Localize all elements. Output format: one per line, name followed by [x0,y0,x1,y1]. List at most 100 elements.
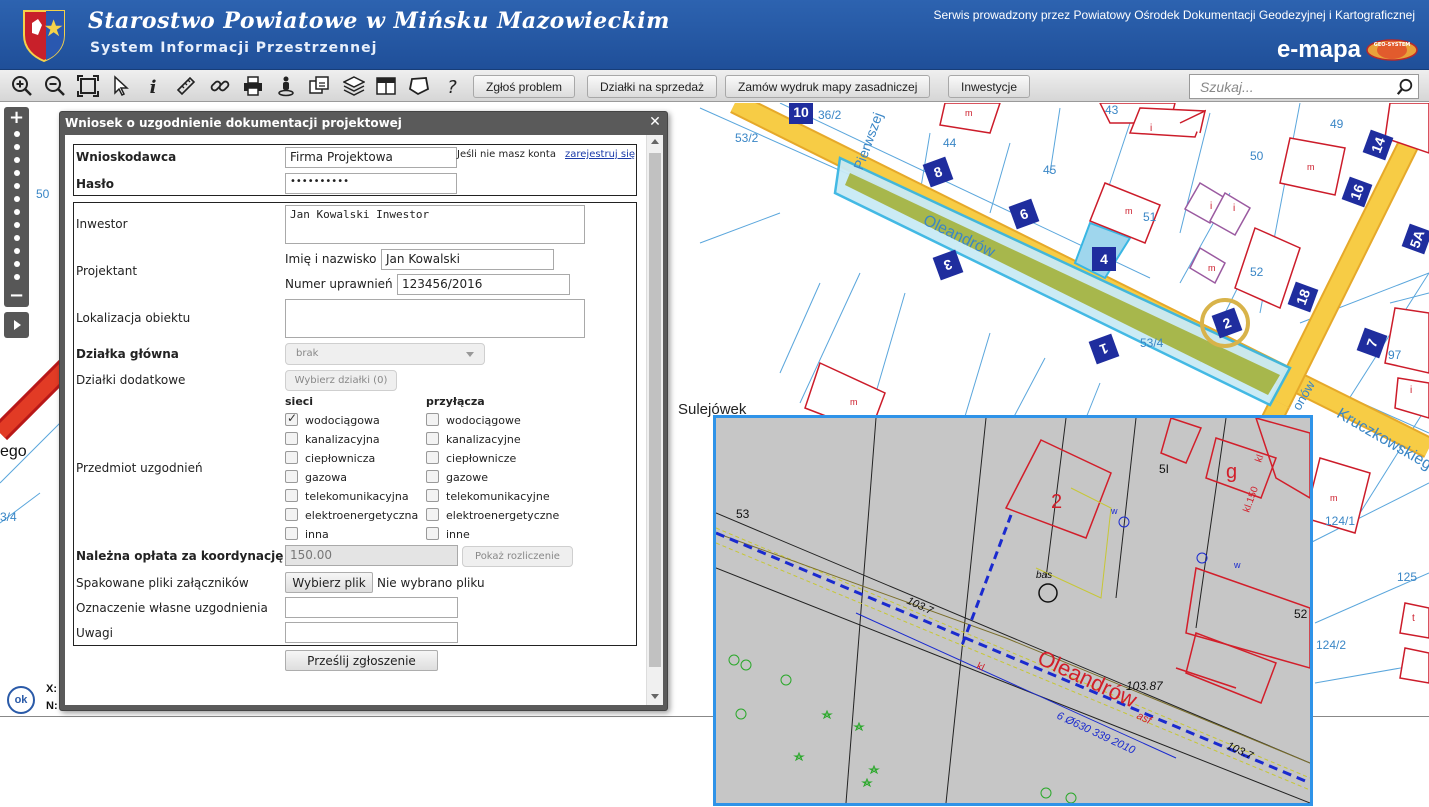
checkbox[interactable] [285,527,298,540]
help-icon[interactable]: ? [439,73,465,99]
zoom-extent-icon[interactable] [75,73,101,99]
measure-icon[interactable] [173,73,199,99]
svg-text:i: i [150,77,157,97]
building-mark-small: i [1410,385,1413,396]
zoom-level-dot[interactable] [14,248,20,254]
applicant-input[interactable]: Firma Projektowa [285,147,457,168]
checkbox-label: elektroenergetyczna [305,509,419,522]
submit-button[interactable]: Prześlij zgłoszenie [285,650,438,671]
main-parcel-select[interactable]: brak [285,343,485,365]
checkbox[interactable] [285,411,298,426]
investor-label: Inwestor [76,217,128,231]
zoom-level-dot[interactable] [14,274,20,280]
checkbox[interactable] [426,527,439,540]
status-ok-badge[interactable]: ok [7,686,35,714]
search-box [1189,74,1419,99]
building-mark-small: i [1233,203,1236,214]
geosystem-logo[interactable]: GEO-SYSTEM [1365,38,1419,62]
location-input[interactable] [285,299,585,338]
investor-input[interactable]: Jan Kowalski Inwestor [285,205,585,244]
designer-name-input[interactable]: Jan Kowalski [381,249,554,270]
emapa-logo[interactable]: e-mapa [1277,36,1361,64]
checkbox-label: kanalizacyjna [305,433,380,446]
register-link[interactable]: zarejestruj się [565,149,635,160]
pointer-icon[interactable] [108,73,134,99]
main-parcel-label: Działka główna [76,347,179,361]
dialog-scrollbar[interactable] [646,135,663,705]
notes-input[interactable] [285,622,458,643]
close-icon[interactable]: ✕ [648,115,662,129]
inset-house-label: 2 [1051,491,1062,513]
designer-license-input[interactable]: 123456/2016 [397,274,570,295]
svg-text:w: w [1233,560,1241,570]
scroll-up-arrow[interactable] [651,139,659,144]
zoom-level-dot[interactable] [14,222,20,228]
building-mark: m [1307,162,1315,172]
designer-label: Projektant [76,264,138,278]
checkbox[interactable] [285,451,298,464]
zoom-level-dot[interactable] [14,144,20,150]
print-icon[interactable] [240,73,266,99]
extra-parcels-label: Działki dodatkowe [76,373,186,387]
svg-text:GEO-SYSTEM: GEO-SYSTEM [1374,42,1411,48]
svg-text:52: 52 [1294,607,1308,621]
scrollbar-thumb[interactable] [649,153,661,667]
panel-toggle-button[interactable] [4,312,29,338]
own-mark-input[interactable] [285,597,458,618]
password-input[interactable]: •••••••••• [285,173,457,194]
scroll-down-arrow[interactable] [651,694,659,699]
shape-icon[interactable] [406,73,432,99]
zoom-level-dot[interactable] [14,170,20,176]
zoom-slider[interactable]: + − [4,107,29,307]
choose-file-button[interactable]: Wybierz plik [285,572,373,593]
zoom-in-button[interactable]: + [4,107,29,128]
search-input[interactable] [1190,75,1390,98]
zoom-in-icon[interactable] [9,73,35,99]
svg-text:6 Ø630 339 2010: 6 Ø630 339 2010 [1055,710,1138,757]
map-inset: 2 53 5I g 52 bas 103.87 w w kl.150 kl kl… [713,415,1313,806]
checkbox[interactable] [426,413,439,426]
link-icon[interactable] [207,73,233,99]
no-account-text: Jeśli nie masz konta [457,149,556,160]
investments-button[interactable]: Inwestycje [948,75,1031,98]
checkbox[interactable] [426,451,439,464]
checkbox[interactable] [426,489,439,502]
zoom-level-dot[interactable] [14,196,20,202]
zoom-level-dot[interactable] [14,183,20,189]
building-mark: m [1125,206,1133,216]
layers-icon[interactable] [341,73,367,99]
show-settlement-button[interactable]: Pokaż rozliczenie [462,546,573,567]
zoom-out-button[interactable]: − [4,285,29,306]
dialog-body: Wnioskodawca Firma Projektowa Jeśli nie … [65,135,663,705]
layers-copy-icon[interactable] [306,73,332,99]
zoom-out-icon[interactable] [42,73,68,99]
select-parcels-button[interactable]: Wybierz działki (0) [285,370,397,391]
search-icon[interactable] [1394,76,1416,97]
checkbox[interactable] [426,432,439,445]
report-problem-button[interactable]: Zgłoś problem [473,75,576,98]
checkbox[interactable] [426,508,439,521]
info-icon[interactable]: i [140,73,166,99]
zoom-level-dot[interactable] [14,261,20,267]
own-mark-label: Oznaczenie własne uzgodnienia [76,601,268,615]
checkbox[interactable] [426,470,439,483]
checkbox[interactable] [285,470,298,483]
parcels-for-sale-button[interactable]: Działki na sprzedaż [587,75,718,98]
street-view-icon[interactable] [273,73,299,99]
order-map-print-button[interactable]: Zamów wydruk mapy zasadniczej [725,75,931,98]
layout-icon[interactable] [373,73,399,99]
checkbox-label: inna [305,528,329,541]
site-subtitle: System Informacji Przestrzennej [90,40,378,56]
zoom-level-dot[interactable] [14,131,20,137]
parcel-label: 45 [1043,163,1057,177]
checkbox[interactable] [285,508,298,521]
zoom-level-dot[interactable] [14,209,20,215]
checkbox[interactable] [285,432,298,445]
checkbox-label: elektroenergetyczne [446,509,560,522]
parcel-label: 43 [1105,103,1119,117]
zoom-level-dot[interactable] [14,235,20,241]
checkbox[interactable] [285,489,298,502]
designer-license-label: Numer uprawnień [285,277,393,291]
zoom-level-dot[interactable] [14,157,20,163]
site-title: Starostwo Powiatowe w Mińsku Mazowieckim [88,8,670,34]
